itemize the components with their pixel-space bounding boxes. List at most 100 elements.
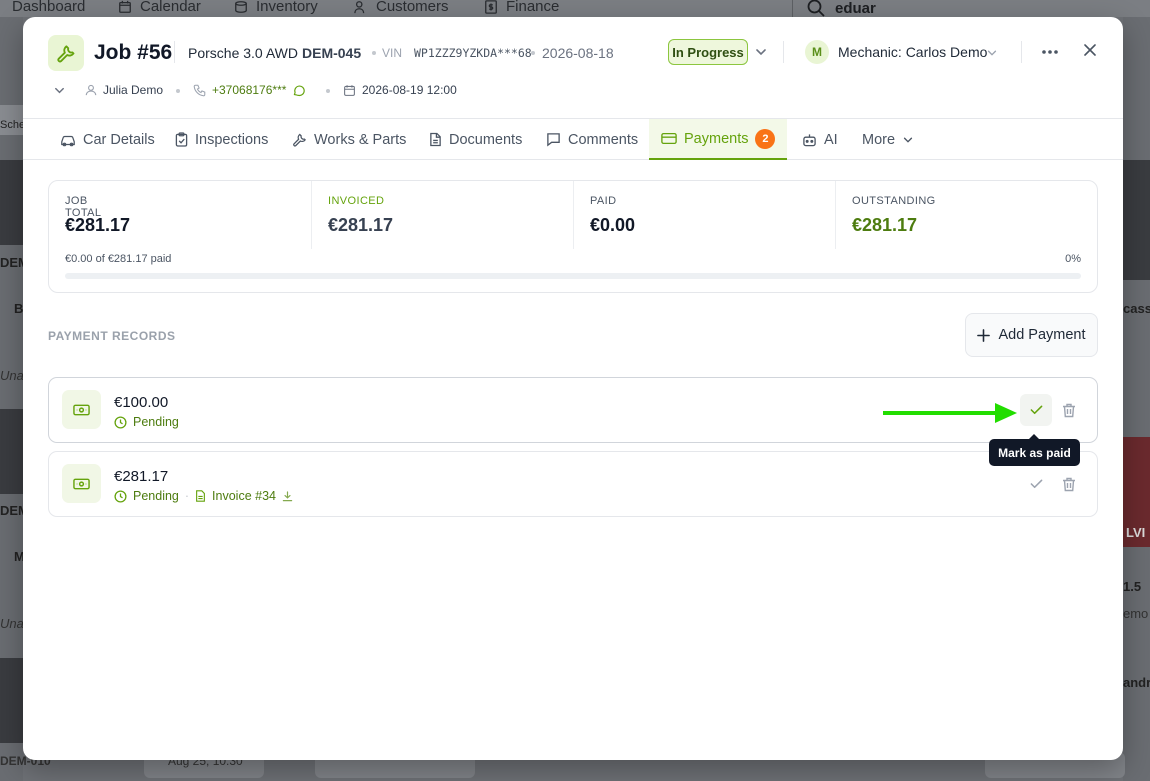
bg-nav-label: Inventory <box>256 0 318 15</box>
tab-car-details[interactable]: Car Details <box>60 119 155 160</box>
tab-comments[interactable]: Comments <box>546 119 638 160</box>
tab-label: Payments <box>684 130 749 147</box>
customer-phone[interactable]: +37068176*** <box>193 83 306 97</box>
mark-as-paid-tooltip: Mark as paid <box>989 434 1080 466</box>
tab-ai[interactable]: AI <box>802 119 838 160</box>
background-right-column: casso LVI 1.5 emo andr <box>1123 17 1150 781</box>
divider <box>311 181 312 249</box>
stat-value: €281.17 <box>65 215 131 235</box>
check-icon <box>1030 479 1042 489</box>
bg-nav-label: Customers <box>376 0 449 15</box>
stat-label: PAID <box>590 195 617 207</box>
payment-records-title: PAYMENT RECORDS <box>48 329 176 343</box>
tab-label: Car Details <box>83 131 155 148</box>
mark-as-paid-button[interactable] <box>1020 468 1052 500</box>
download-icon[interactable] <box>282 490 293 502</box>
vin-label: VIN <box>382 46 403 60</box>
dot-separator <box>372 51 376 55</box>
bg-frag: DEM <box>0 255 23 270</box>
search-icon <box>807 0 825 17</box>
inventory-icon <box>235 0 247 13</box>
dot-separator: · <box>184 489 190 503</box>
document-icon <box>196 490 205 502</box>
card-icon <box>661 132 677 145</box>
tab-label: Inspections <box>195 131 269 148</box>
payment-record[interactable]: €281.17 Pending · Invoice #34 <box>48 451 1098 517</box>
payment-meta: Pending <box>114 415 179 429</box>
job-date: 2026-08-18 <box>542 45 614 61</box>
divider <box>573 181 574 249</box>
tab-bar: Car Details Inspections Works & Parts Do… <box>23 118 1123 160</box>
bg-frag: andr <box>1123 675 1150 690</box>
tab-inspections[interactable]: Inspections <box>175 119 268 160</box>
customer-name[interactable]: Julia Demo <box>85 83 163 97</box>
stat-label: INVOICED <box>328 195 385 207</box>
car-model: Porsche 3.0 AWD <box>188 45 298 61</box>
appointment-text: 2026-08-19 12:00 <box>362 83 457 97</box>
divider <box>1021 41 1022 63</box>
car-icon <box>61 135 75 146</box>
divider <box>835 181 836 249</box>
expand-details-button[interactable] <box>53 84 66 102</box>
dot-separator <box>326 89 330 93</box>
mechanic-dropdown[interactable]: Mechanic: Carlos Demo <box>838 44 987 60</box>
delete-payment-button[interactable] <box>1059 474 1079 494</box>
background-left-column: Sche DEM B Unas DEM M Unas <box>0 17 23 781</box>
tab-works-parts[interactable]: Works & Parts <box>292 119 406 160</box>
job-title: Job #56 <box>94 41 173 64</box>
bg-frag: Sche <box>0 119 23 131</box>
comment-icon <box>547 133 560 147</box>
status-dropdown[interactable]: In Progress <box>668 39 748 65</box>
tab-label: Documents <box>449 131 523 148</box>
close-button[interactable] <box>1080 40 1100 60</box>
dot-separator <box>531 51 535 55</box>
tab-more[interactable]: More <box>862 119 914 160</box>
users-icon <box>354 0 365 13</box>
delete-payment-button[interactable] <box>1059 400 1079 420</box>
calendar-icon <box>344 84 355 96</box>
mark-as-paid-button[interactable] <box>1020 394 1052 426</box>
chevron-down-icon[interactable] <box>754 45 768 64</box>
modal-header: Job #56 Porsche 3.0 AWD DEM-045 VIN WP1Z… <box>23 17 1123 119</box>
more-options-button[interactable] <box>1039 41 1061 63</box>
calendar-icon <box>119 0 131 13</box>
close-icon <box>1084 44 1096 56</box>
bg-frag: emo <box>1123 606 1149 621</box>
dollar-icon <box>485 0 497 14</box>
customer-label: Julia Demo <box>103 83 164 97</box>
bg-nav-inventory: Inventory <box>234 0 318 15</box>
bg-frag: Unas <box>0 616 23 631</box>
background-top-nav: Dashboard Calendar Inventory Customers F… <box>0 0 1150 18</box>
tab-label: Works & Parts <box>314 131 407 148</box>
bg-search-value: eduar <box>835 0 876 17</box>
robot-icon <box>803 133 816 146</box>
bg-photo <box>1123 160 1150 280</box>
phone-icon <box>193 84 206 96</box>
payment-status: Pending <box>133 489 179 503</box>
invoice-link[interactable]: Invoice #34 <box>212 489 276 503</box>
add-payment-button[interactable]: Add Payment <box>965 313 1098 357</box>
bg-frag: B <box>14 301 23 316</box>
payment-status: Pending <box>133 415 179 429</box>
divider <box>783 41 784 63</box>
chevron-down-icon[interactable] <box>986 46 998 64</box>
add-payment-label: Add Payment <box>998 327 1086 343</box>
whatsapp-icon[interactable] <box>292 84 306 97</box>
bg-nav-calendar: Calendar <box>118 0 201 15</box>
tab-label: More <box>862 131 896 148</box>
payments-count-badge: 2 <box>755 128 776 149</box>
payment-summary-card: JOB TOTAL €281.17 INVOICED €281.17 PAID … <box>48 180 1098 293</box>
bg-photo <box>0 409 23 494</box>
bg-nav-finance: Finance <box>484 0 559 15</box>
clock-icon <box>114 489 127 503</box>
dot-separator <box>176 89 180 93</box>
chevron-down-icon <box>903 137 913 143</box>
document-icon <box>430 132 441 147</box>
bg-frag: M <box>14 549 23 564</box>
tab-payments[interactable]: Payments 2 <box>649 119 788 160</box>
tab-documents[interactable]: Documents <box>429 119 522 160</box>
vin-value: WP1ZZZ9YZKDA***68 <box>414 46 532 60</box>
appointment-date: 2026-08-19 12:00 <box>343 83 457 97</box>
wrench-icon <box>293 133 306 147</box>
payment-amount: €281.17 <box>114 468 169 485</box>
